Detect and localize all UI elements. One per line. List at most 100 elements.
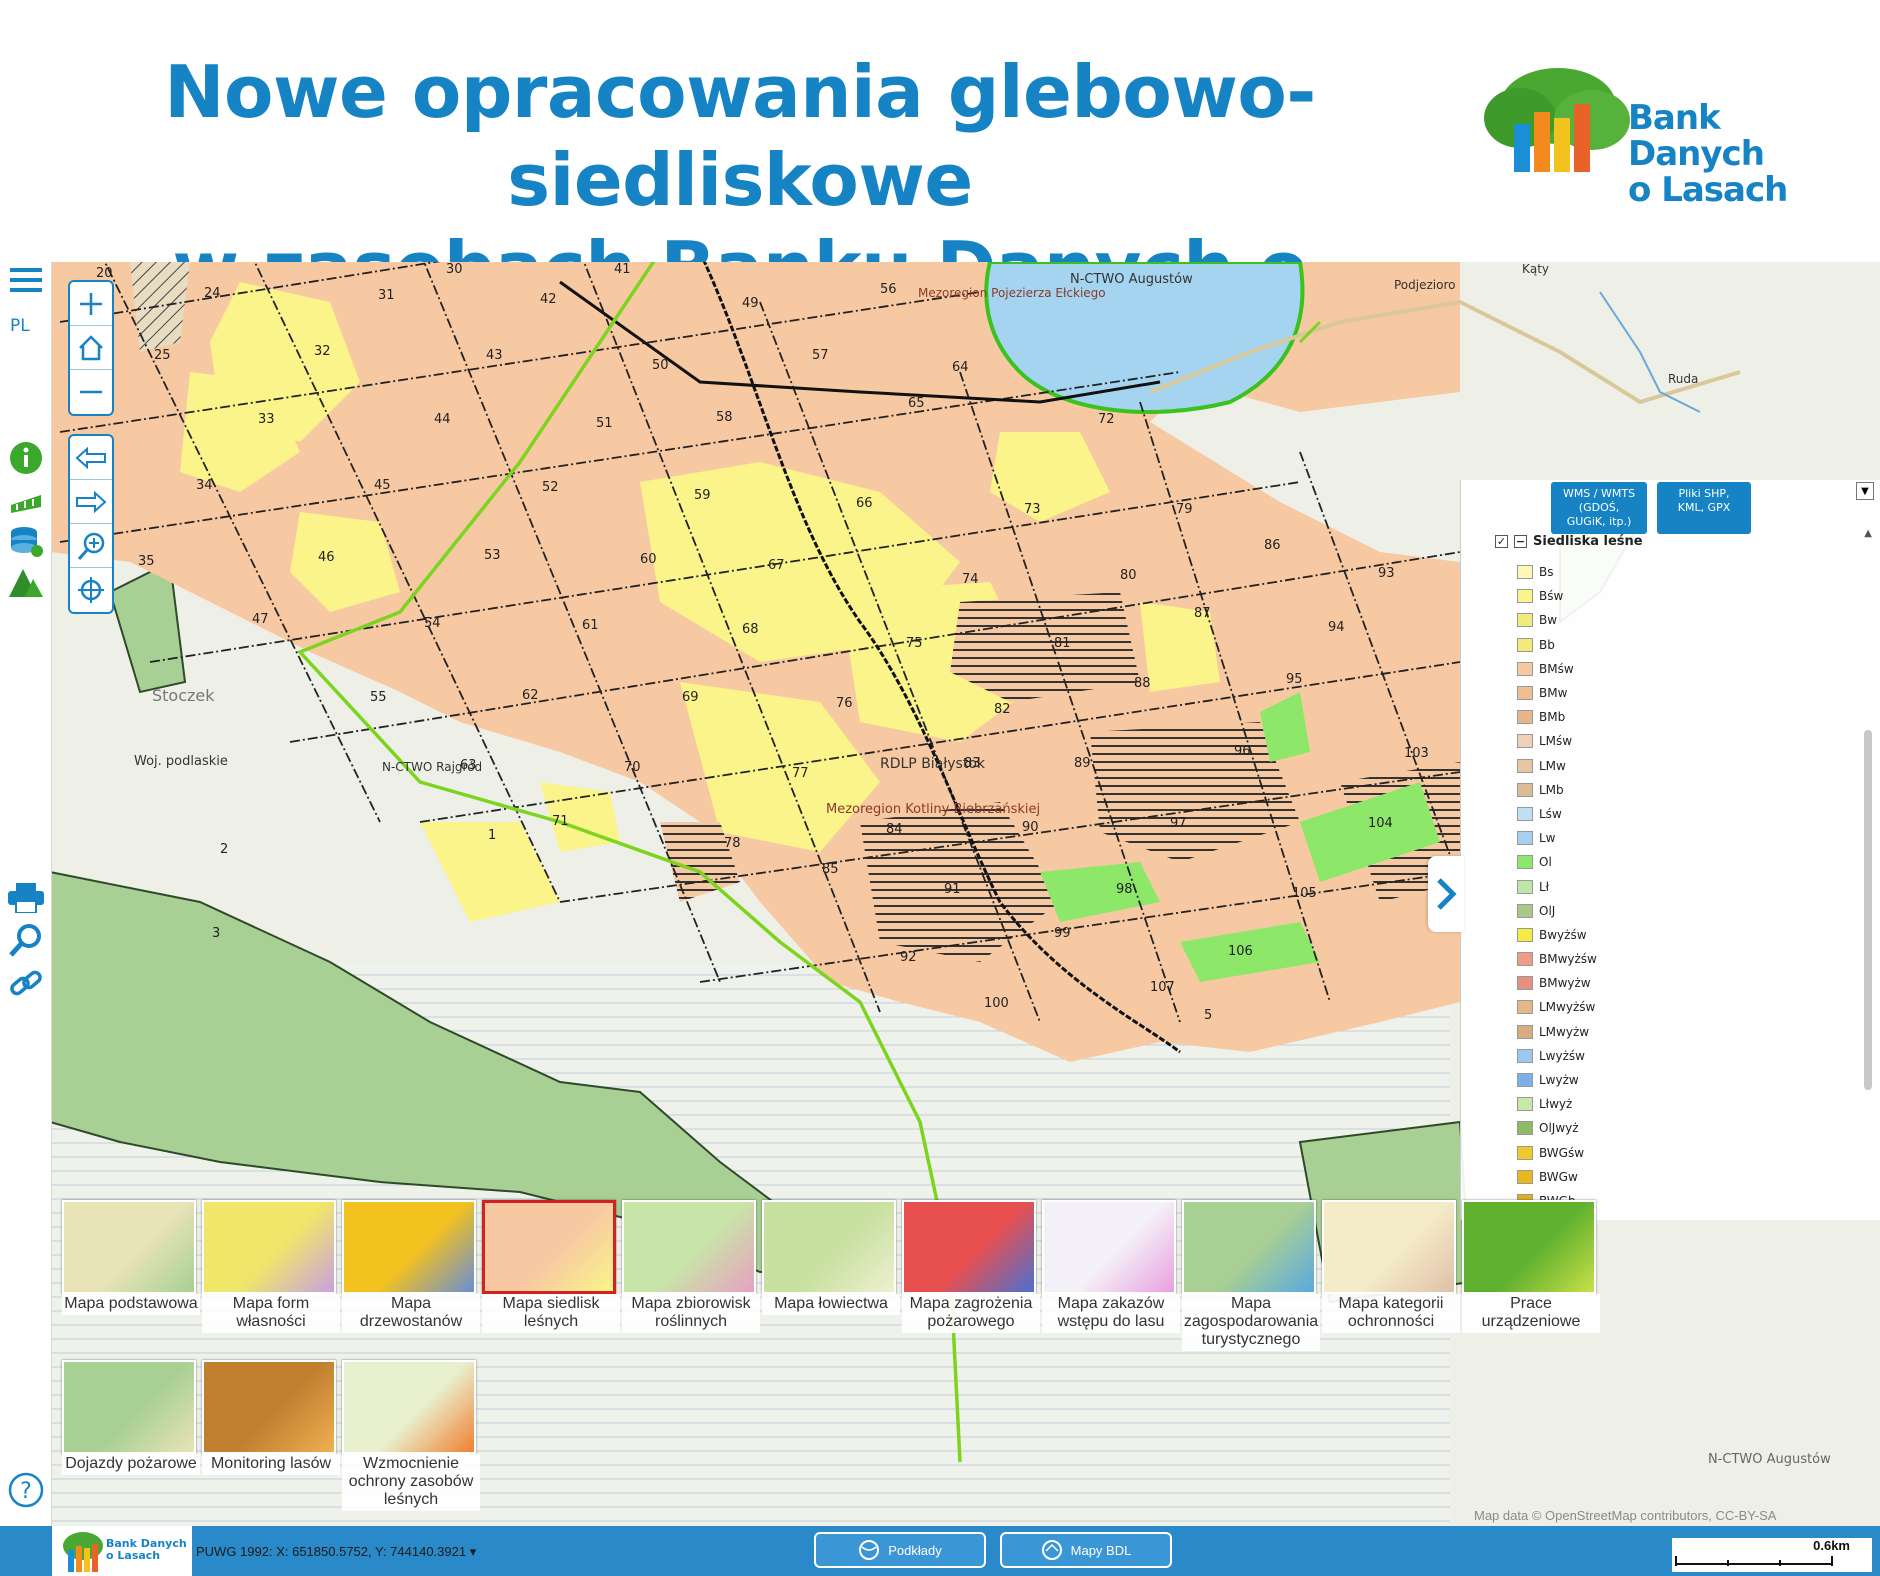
map-thumbnail[interactable]: Mapa form własności: [202, 1200, 340, 1333]
legend-label: LMb: [1539, 782, 1564, 797]
basemaps-button[interactable]: Podkłady: [814, 1532, 986, 1568]
legend-swatch: [1517, 637, 1533, 652]
legend-swatch: [1517, 855, 1533, 870]
compartment-number: 94: [1328, 620, 1345, 635]
legend-swatch: [1517, 686, 1533, 701]
legend-label: LMw: [1539, 758, 1566, 773]
scroll-up-icon[interactable]: ▲: [1864, 528, 1872, 539]
legend-item: Bs: [1517, 560, 1597, 584]
legend-dropdown-icon[interactable]: ▼: [1856, 482, 1874, 500]
zoom-out-button[interactable]: [70, 370, 112, 414]
compartment-number: 32: [314, 344, 331, 359]
info-icon[interactable]: [8, 440, 44, 476]
label-ruda: Ruda: [1668, 372, 1699, 386]
tree-icon[interactable]: [8, 566, 44, 602]
compartment-number: 41: [614, 262, 631, 277]
compartment-number: 47: [252, 612, 269, 627]
thumbnail-label: Mapa kategorii ochronności: [1322, 1294, 1460, 1333]
coordinates-readout[interactable]: PUWG 1992: X: 651850.5752, Y: 744140.392…: [196, 1544, 476, 1560]
map-thumbnail[interactable]: Wzmocnienie ochrony zasobów leśnych: [342, 1360, 480, 1511]
compartment-number: 30: [446, 262, 463, 277]
map-thumbnail[interactable]: Prace urządzeniowe: [1462, 1200, 1600, 1333]
legend-item: OlJ: [1517, 899, 1597, 923]
map-thumbnail[interactable]: Monitoring lasów: [202, 1360, 340, 1475]
legend-item: Lśw: [1517, 802, 1597, 826]
compartment-number: 44: [434, 412, 451, 427]
map-attribution: Map data © OpenStreetMap contributors, C…: [1474, 1508, 1777, 1523]
label-stoczek: Stoczek: [152, 686, 215, 705]
compartment-number: 90: [1022, 820, 1039, 835]
legend-swatch: [1517, 1097, 1533, 1112]
legend-scrollbar[interactable]: [1864, 730, 1872, 1090]
legend-swatch: [1517, 831, 1533, 846]
collapse-layer-icon[interactable]: −: [1514, 535, 1527, 548]
legend-swatch: [1517, 879, 1533, 894]
legend-label: BMb: [1539, 710, 1566, 725]
thumbnail-label: Mapa zagospodarowania turystycznego: [1182, 1294, 1320, 1351]
legend-swatch: [1517, 589, 1533, 604]
measure-icon[interactable]: [8, 482, 44, 518]
map-thumbnail[interactable]: Mapa łowiectwa: [762, 1200, 900, 1315]
compartment-number: 99: [1054, 926, 1071, 941]
legend-item: LMwyżśw: [1517, 995, 1597, 1019]
legend-swatch: [1517, 710, 1533, 725]
files-button[interactable]: Pliki SHP, KML, GPX: [1657, 482, 1751, 534]
bdl-maps-button[interactable]: Mapy BDL: [1000, 1532, 1172, 1568]
legend-swatch: [1517, 976, 1533, 991]
map-thumbnail[interactable]: Mapa zakazów wstępu do lasu: [1042, 1200, 1180, 1333]
map-thumbnail[interactable]: Mapa zagospodarowania turystycznego: [1182, 1200, 1320, 1351]
legend-label: Bwyżśw: [1539, 927, 1587, 942]
compartment-number: 97: [1170, 816, 1187, 831]
forward-button[interactable]: [70, 480, 112, 524]
compartment-number: 55: [370, 690, 387, 705]
map-thumbnail[interactable]: Mapa drzewostanów: [342, 1200, 480, 1333]
compartment-number: 79: [1176, 502, 1193, 517]
home-button[interactable]: [70, 326, 112, 370]
database-icon[interactable]: [8, 524, 44, 560]
legend-layer-title[interactable]: ✓ − Siedliska leśne: [1495, 534, 1643, 549]
legend-item: Bwyżśw: [1517, 923, 1597, 947]
back-button[interactable]: [70, 436, 112, 480]
compartment-number: 64: [952, 360, 969, 375]
locate-button[interactable]: [70, 568, 112, 612]
thumbnail-label: Mapa podstawowa: [62, 1294, 200, 1315]
collapse-legend-button[interactable]: [1428, 856, 1464, 932]
compartment-number: 76: [836, 696, 853, 711]
map-thumbnail[interactable]: Mapa podstawowa: [62, 1200, 200, 1315]
legend-item: Lw: [1517, 826, 1597, 850]
zoom-in-button[interactable]: [70, 282, 112, 326]
thumbnail-image: [62, 1200, 196, 1294]
legend-item: Lł: [1517, 874, 1597, 898]
layer-checkbox[interactable]: ✓: [1495, 535, 1508, 548]
print-icon[interactable]: [8, 880, 44, 916]
search-icon[interactable]: [8, 922, 44, 958]
legend-buttons: WMS / WMTS (GDOŚ, GUGiK, itp.) Pliki SHP…: [1551, 482, 1751, 534]
compartment-number: 34: [196, 478, 213, 493]
legend-panel: WMS / WMTS (GDOŚ, GUGiK, itp.) Pliki SHP…: [1460, 480, 1880, 1220]
zoom-box-button[interactable]: [70, 524, 112, 568]
map-thumbnail[interactable]: Mapa zbiorowisk roślinnych: [622, 1200, 760, 1333]
bottom-logo: Bank Danych o Lasach: [52, 1526, 192, 1576]
map-thumbnail[interactable]: Mapa kategorii ochronności: [1322, 1200, 1460, 1333]
map-thumbnail[interactable]: Mapa siedlisk leśnych: [482, 1200, 620, 1333]
compartment-number: 69: [682, 690, 699, 705]
map-thumbnail[interactable]: Dojazdy pożarowe: [62, 1360, 200, 1475]
compartment-number: 56: [880, 282, 897, 297]
compartment-number: 98: [1116, 882, 1133, 897]
left-toolbar: PL ?: [0, 262, 52, 1576]
wms-wmts-button[interactable]: WMS / WMTS (GDOŚ, GUGiK, itp.): [1551, 482, 1647, 534]
legend-label: Bśw: [1539, 589, 1564, 604]
map-thumbnail[interactable]: Mapa zagrożenia pożarowego: [902, 1200, 1040, 1333]
legend-item: LMb: [1517, 778, 1597, 802]
legend-swatch: [1517, 1169, 1533, 1184]
link-icon[interactable]: [8, 966, 44, 1002]
logo-text: Bank Danych o Lasach: [1628, 98, 1788, 210]
legend-label: BWGw: [1539, 1169, 1578, 1184]
layers-icon: [1041, 1540, 1062, 1560]
menu-icon[interactable]: [8, 262, 44, 298]
compartment-number: 91: [944, 882, 961, 897]
compartment-number: 86: [1264, 538, 1281, 553]
language-switch[interactable]: PL: [10, 316, 30, 336]
help-icon[interactable]: ?: [8, 1472, 44, 1508]
compartment-number: 3: [212, 926, 221, 941]
